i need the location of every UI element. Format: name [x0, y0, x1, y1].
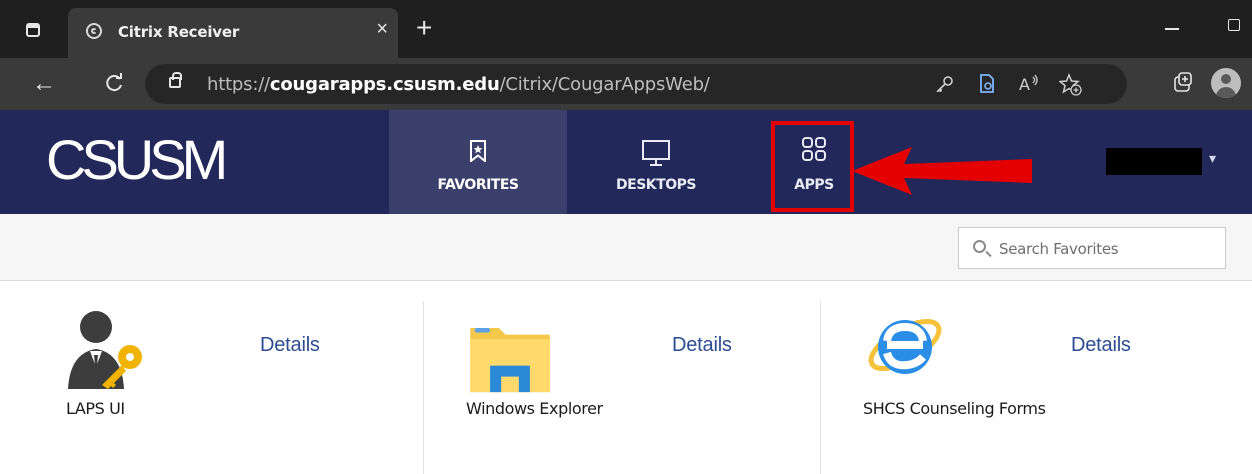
- url-field[interactable]: https://cougarapps.csusm.edu/Citrix/Coug…: [145, 64, 1127, 104]
- address-bar-row: ← https://cougarapps.csusm.edu/Citrix/Co…: [0, 58, 1252, 110]
- url-text[interactable]: https://cougarapps.csusm.edu/Citrix/Coug…: [207, 74, 710, 95]
- app-tile-windows-explorer[interactable]: Details Windows Explorer: [424, 301, 823, 474]
- back-button[interactable]: ←: [32, 70, 56, 98]
- collections-icon[interactable]: [1172, 72, 1194, 94]
- app-tile-laps-ui[interactable]: Details LAPS UI: [24, 301, 423, 474]
- details-link[interactable]: Details: [260, 334, 320, 357]
- tab-title: Citrix Receiver: [118, 23, 240, 41]
- key-icon[interactable]: [935, 74, 955, 94]
- details-link[interactable]: Details: [1071, 334, 1131, 357]
- app-name: LAPS UI: [66, 399, 125, 418]
- tab-favorites[interactable]: FAVORITES: [389, 110, 567, 214]
- minimize-icon[interactable]: [1165, 28, 1179, 30]
- favorite-add-icon[interactable]: [1059, 73, 1083, 97]
- url-scheme: https://: [207, 74, 270, 95]
- citrix-header: CSUSM FAVORITES DESKTOPS APPS: [0, 110, 1252, 214]
- details-link[interactable]: Details: [672, 334, 732, 357]
- tab-close-icon[interactable]: ×: [376, 18, 388, 41]
- url-domain: cougarapps.csusm.edu: [269, 74, 500, 95]
- reload-button[interactable]: [104, 68, 124, 96]
- folder-icon: [470, 328, 550, 393]
- app-tile-shcs-counseling-forms[interactable]: Details SHCS Counseling Forms: [821, 301, 1220, 474]
- tab-actions-icon[interactable]: [26, 23, 40, 37]
- username-redacted[interactable]: [1106, 148, 1202, 175]
- browser-tab[interactable]: Citrix Receiver ×: [68, 8, 398, 58]
- apps-highlight-box: [771, 121, 854, 212]
- read-aloud-icon[interactable]: A: [1018, 73, 1042, 95]
- citrix-favicon: [86, 23, 102, 39]
- lock-icon[interactable]: [169, 72, 182, 88]
- internet-explorer-icon: [868, 318, 942, 374]
- toolbar: [0, 214, 1252, 281]
- url-path: /Citrix/CougarAppsWeb/: [499, 74, 710, 95]
- app-name: Windows Explorer: [466, 399, 603, 418]
- new-tab-button[interactable]: +: [416, 14, 432, 42]
- bookmark-star-icon: [470, 140, 486, 162]
- tab-desktops-label: DESKTOPS: [616, 177, 696, 193]
- tab-favorites-label: FAVORITES: [437, 177, 519, 193]
- user-key-icon: [68, 311, 142, 389]
- tab-desktops[interactable]: DESKTOPS: [567, 110, 745, 214]
- search-icon: [973, 240, 986, 253]
- red-arrow-annotation: [852, 147, 1032, 195]
- svg-text:A: A: [1019, 75, 1030, 94]
- page-ext-icon[interactable]: [977, 73, 997, 95]
- profile-avatar[interactable]: [1211, 68, 1241, 98]
- search-input[interactable]: [997, 237, 1221, 261]
- monitor-icon: [642, 140, 670, 166]
- user-menu-caret[interactable]: ▾: [1209, 150, 1216, 167]
- browser-tab-bar: Citrix Receiver × +: [0, 0, 1252, 58]
- app-name: SHCS Counseling Forms: [863, 399, 1046, 418]
- csusm-logo: CSUSM: [46, 128, 228, 191]
- maximize-icon[interactable]: [1228, 19, 1240, 31]
- search-box[interactable]: [958, 227, 1226, 269]
